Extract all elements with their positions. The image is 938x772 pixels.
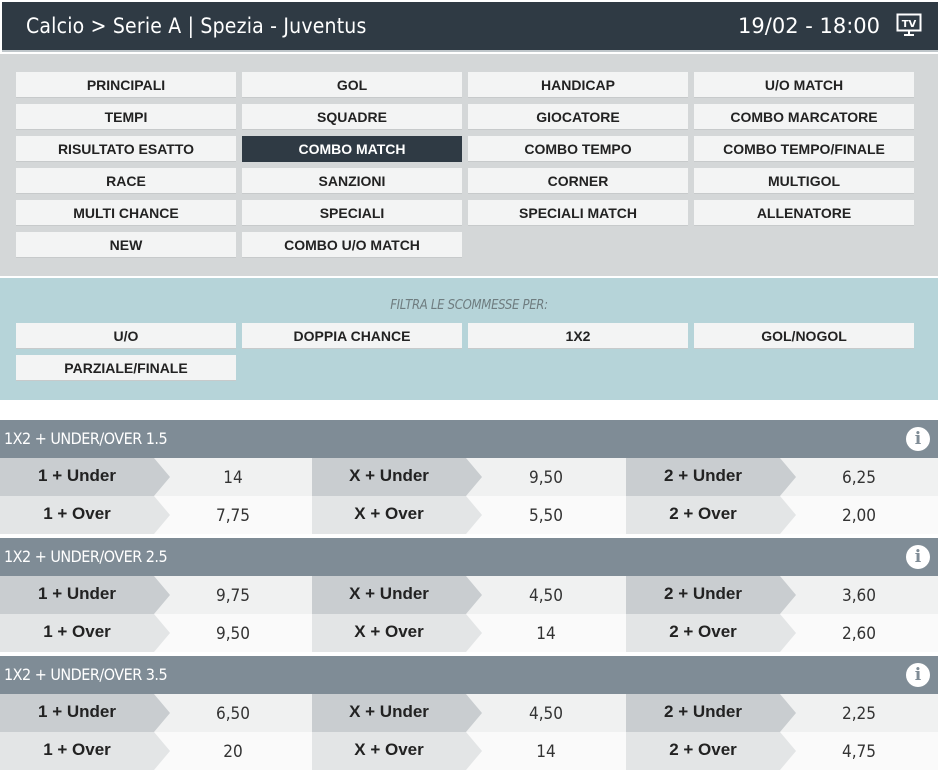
section-header-uo-3-5: 1X2 + UNDER/OVER 3.5 i (0, 656, 938, 694)
selection-1-under: 1 + Under (0, 458, 170, 496)
market-tab-speciali-match[interactable]: SPECIALI MATCH (468, 200, 688, 226)
market-tab-combo-match[interactable]: COMBO MATCH (242, 136, 462, 162)
filter-1x2[interactable]: 1X2 (468, 323, 688, 349)
selection-x-under: X + Under (312, 576, 482, 614)
selection-x-over: X + Over (312, 496, 482, 534)
market-tab-combo-tempo[interactable]: COMBO TEMPO (468, 136, 688, 162)
odd-button[interactable]: 9,50 (475, 458, 617, 496)
market-tab-race[interactable]: RACE (16, 168, 236, 194)
odd-button[interactable]: 4,50 (475, 576, 617, 614)
odd-button[interactable]: 3,60 (788, 576, 930, 614)
odds-row: 1 + Over 9,50 X + Over 14 2 + Over 2,60 (0, 614, 938, 652)
odd-button[interactable]: 4,75 (788, 732, 930, 770)
odd-button[interactable]: 9,75 (162, 576, 304, 614)
selection-1-over: 1 + Over (0, 496, 170, 534)
selection-x-over: X + Over (312, 732, 482, 770)
svg-text:TV: TV (902, 19, 917, 30)
odd-button[interactable]: 2,60 (788, 614, 930, 652)
odds-row: 1 + Under 14 X + Under 9,50 2 + Under 6,… (0, 458, 938, 496)
market-tab-allenatore[interactable]: ALLENATORE (694, 200, 914, 226)
odds-row: 1 + Under 6,50 X + Under 4,50 2 + Under … (0, 694, 938, 732)
market-tab-tempi[interactable]: TEMPI (16, 104, 236, 130)
section-header-uo-1-5: 1X2 + UNDER/OVER 1.5 i (0, 420, 938, 458)
selection-x-under: X + Under (312, 458, 482, 496)
tv-icon[interactable]: TV (896, 13, 922, 37)
selection-2-under: 2 + Under (626, 576, 796, 614)
odd-button[interactable]: 7,75 (162, 496, 304, 534)
market-tab-risultato-esatto[interactable]: RISULTATO ESATTO (16, 136, 236, 162)
filter-gol-nogol[interactable]: GOL/NOGOL (694, 323, 914, 349)
market-tab-uo-match[interactable]: U/O MATCH (694, 72, 914, 98)
market-tab-combo-uo-match[interactable]: COMBO U/O MATCH (242, 232, 462, 258)
market-tab-handicap[interactable]: HANDICAP (468, 72, 688, 98)
market-tabs: PRINCIPALI GOL HANDICAP U/O MATCH TEMPI … (0, 54, 938, 276)
filter-uo[interactable]: U/O (16, 323, 236, 349)
odd-button[interactable]: 2,00 (788, 496, 930, 534)
selection-2-over: 2 + Over (626, 496, 796, 534)
info-icon[interactable]: i (906, 545, 930, 569)
match-header: Calcio > Serie A | Spezia - Juventus 19/… (2, 2, 938, 50)
selection-2-under: 2 + Under (626, 458, 796, 496)
section-title: 1X2 + UNDER/OVER 1.5 (4, 429, 168, 448)
market-tab-combo-tempo-finale[interactable]: COMBO TEMPO/FINALE (694, 136, 914, 162)
selection-x-under: X + Under (312, 694, 482, 732)
market-tab-multi-chance[interactable]: MULTI CHANCE (16, 200, 236, 226)
market-tab-sanzioni[interactable]: SANZIONI (242, 168, 462, 194)
section-title: 1X2 + UNDER/OVER 3.5 (4, 665, 168, 684)
market-tab-corner[interactable]: CORNER (468, 168, 688, 194)
market-tab-multigol[interactable]: MULTIGOL (694, 168, 914, 194)
selection-1-over: 1 + Over (0, 732, 170, 770)
odd-button[interactable]: 14 (475, 732, 617, 770)
odd-button[interactable]: 4,50 (475, 694, 617, 732)
odds-row: 1 + Under 9,75 X + Under 4,50 2 + Under … (0, 576, 938, 614)
match-datetime: 19/02 - 18:00 (738, 14, 880, 38)
selection-2-over: 2 + Over (626, 614, 796, 652)
selection-1-over: 1 + Over (0, 614, 170, 652)
filter-parziale-finale[interactable]: PARZIALE/FINALE (16, 355, 236, 381)
filter-caption: FILTRA LE SCOMMESSE PER: (390, 298, 548, 313)
odd-button[interactable]: 9,50 (162, 614, 304, 652)
odd-button[interactable]: 14 (475, 614, 617, 652)
market-tab-giocatore[interactable]: GIOCATORE (468, 104, 688, 130)
selection-1-under: 1 + Under (0, 576, 170, 614)
odd-button[interactable]: 6,50 (162, 694, 304, 732)
odds-row: 1 + Over 20 X + Over 14 2 + Over 4,75 (0, 732, 938, 770)
market-tab-speciali[interactable]: SPECIALI (242, 200, 462, 226)
header-divider (2, 50, 938, 52)
odd-button[interactable]: 5,50 (475, 496, 617, 534)
market-tab-squadre[interactable]: SQUADRE (242, 104, 462, 130)
odd-button[interactable]: 2,25 (788, 694, 930, 732)
odd-button[interactable]: 14 (162, 458, 304, 496)
market-tab-combo-marcatore[interactable]: COMBO MARCATORE (694, 104, 914, 130)
match-title: Calcio > Serie A | Spezia - Juventus (26, 14, 367, 38)
selection-2-under: 2 + Under (626, 694, 796, 732)
odds-row: 1 + Over 7,75 X + Over 5,50 2 + Over 2,0… (0, 496, 938, 534)
selection-x-over: X + Over (312, 614, 482, 652)
section-title: 1X2 + UNDER/OVER 2.5 (4, 547, 168, 566)
market-tab-gol[interactable]: GOL (242, 72, 462, 98)
section-header-uo-2-5: 1X2 + UNDER/OVER 2.5 i (0, 538, 938, 576)
bet-filters: FILTRA LE SCOMMESSE PER: U/O DOPPIA CHAN… (0, 278, 938, 400)
odd-button[interactable]: 6,25 (788, 458, 930, 496)
info-icon[interactable]: i (906, 427, 930, 451)
market-tab-principali[interactable]: PRINCIPALI (16, 72, 236, 98)
odd-button[interactable]: 20 (162, 732, 304, 770)
info-icon[interactable]: i (906, 663, 930, 687)
selection-1-under: 1 + Under (0, 694, 170, 732)
filter-doppia-chance[interactable]: DOPPIA CHANCE (242, 323, 462, 349)
market-tab-new[interactable]: NEW (16, 232, 236, 258)
selection-2-over: 2 + Over (626, 732, 796, 770)
